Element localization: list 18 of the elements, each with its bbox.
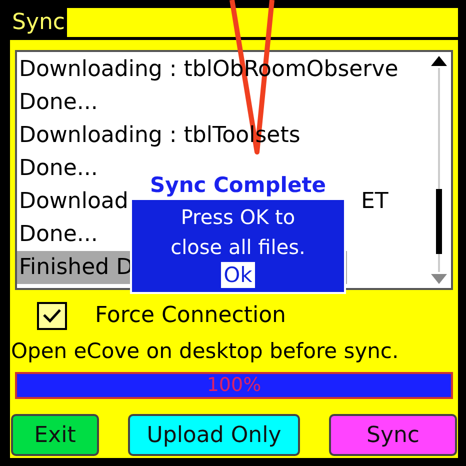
checkbox[interactable] xyxy=(37,302,67,330)
scroll-up-icon[interactable] xyxy=(431,56,447,66)
dialog-message: Press OK to close all files. xyxy=(170,204,306,261)
log-line[interactable]: Done... xyxy=(17,218,98,251)
scroll-down-icon[interactable] xyxy=(431,274,447,284)
scroll-thumb[interactable] xyxy=(436,189,442,254)
action-button[interactable]: Upload Only xyxy=(128,414,300,456)
hint-text: Open eCove on desktop before sync. xyxy=(10,338,400,365)
checkbox-label: Force Connection xyxy=(95,302,286,330)
action-button[interactable]: Exit xyxy=(11,414,99,456)
ok-button[interactable]: Ok xyxy=(220,262,256,288)
action-button[interactable]: Sync xyxy=(329,414,457,456)
log-line[interactable]: Done... xyxy=(17,86,98,119)
window-title: Sync xyxy=(10,8,68,37)
progress-reading: 100% xyxy=(206,374,262,397)
log-line[interactable]: Done... xyxy=(17,152,98,185)
log-line: ET xyxy=(360,188,390,216)
check-icon xyxy=(42,308,62,324)
